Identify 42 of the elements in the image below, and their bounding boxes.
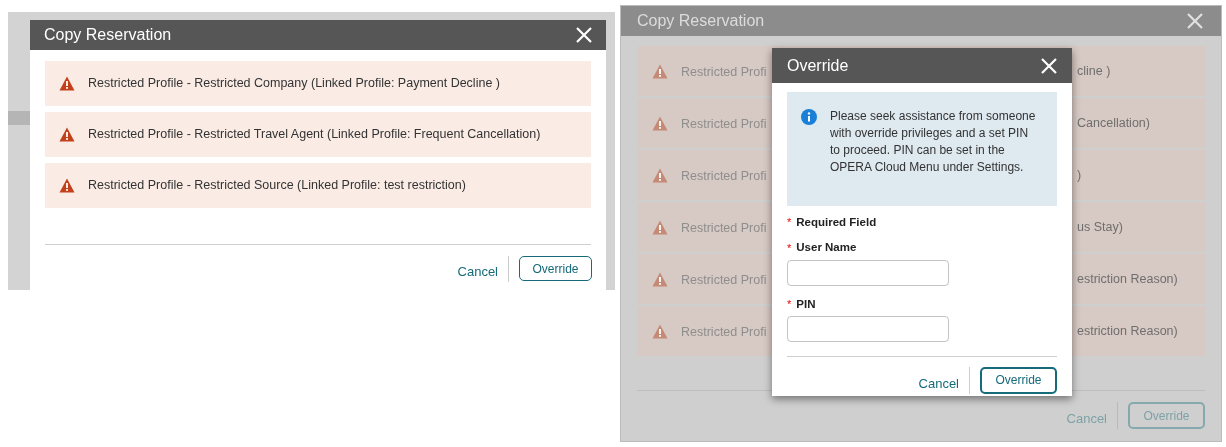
message-text: Restricted Profile - Restricted Source (Linked Profile: test restriction) [88,177,466,195]
warning-icon [652,271,668,287]
field-label: User Name [796,240,857,256]
info-text: Please seek assistance from someone with override privileges and a set PIN to proceed. PIN can be set in the OPERA Cloud Menu under Settings. [830,108,1037,176]
message-text: us Stay) [1077,218,1123,236]
message-text: Cancellation) [1077,114,1150,132]
dialog-title: Copy Reservation [44,25,172,45]
message-text: Restricted Profile - Restricted Company (Linked Profile: Payment Decline ) [88,75,500,93]
message-text: Restricted Profi [681,273,767,287]
warning-icon [59,178,75,193]
warning-icon [652,63,668,79]
message-text: Restricted Profi [681,169,767,183]
message-text: cline ) [1077,62,1111,80]
override-button[interactable]: Override [980,366,1057,394]
warning-icon [652,323,668,339]
input-field[interactable] [787,315,949,342]
field-label: PIN [796,296,816,312]
info-icon [801,109,817,125]
cancel-link[interactable]: Cancel [457,262,498,282]
message-text: estriction Reason) [1077,322,1178,340]
warning-icon [59,127,75,142]
required-note: Required Field [796,215,877,230]
dialog-title: Copy Reservation [637,11,765,31]
required-asterisk: * [787,240,792,256]
cancel-link[interactable]: Cancel [918,373,959,393]
message-text: Restricted Profi [681,325,767,339]
message-text: Restricted Profi [681,221,767,235]
message-text: Restricted Profile - Restricted Travel Agent (Linked Profile: Frequent Cancellation) [88,126,541,144]
warning-icon [652,219,668,235]
input-field[interactable] [787,259,949,286]
message-text: estriction Reason) [1077,270,1178,288]
warning-icon [59,76,75,91]
dialog-title: Override [787,55,849,76]
message-text: ) [1077,166,1082,184]
message-text: Restricted Profi [681,117,767,131]
warning-icon [652,167,668,183]
warning-icon [652,115,668,131]
required-asterisk: * [787,215,792,231]
message-text: Restricted Profi [681,65,767,79]
override-button[interactable]: Override [519,256,592,282]
background-strip [8,111,30,125]
required-asterisk: * [787,296,792,312]
